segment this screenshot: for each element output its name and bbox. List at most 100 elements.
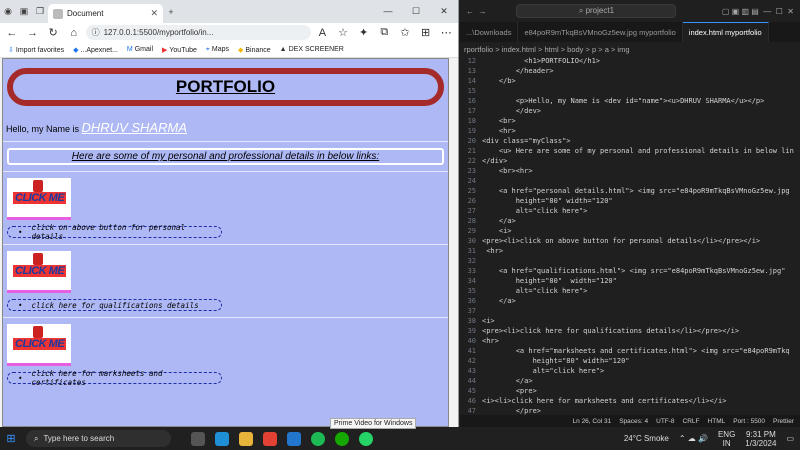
code-text: </a> xyxy=(482,297,516,305)
chrome-icon[interactable] xyxy=(263,431,277,446)
code-line[interactable]: 30 <pre><li>click on above button for per… xyxy=(462,236,800,246)
code-line[interactable]: 43 alt="click here"> xyxy=(462,366,800,376)
bookmark-gmail[interactable]: M Gmail xyxy=(127,46,153,53)
status-item[interactable]: CRLF xyxy=(683,418,700,425)
split-screen-icon[interactable]: ⧉ xyxy=(375,26,393,39)
code-line[interactable]: 26 height="80" width="120" xyxy=(462,196,800,206)
favorite-star-icon[interactable]: ☆ xyxy=(334,26,352,39)
home-icon[interactable]: ⌂ xyxy=(65,27,83,39)
bookmark-youtube[interactable]: ▶ YouTube xyxy=(162,46,197,54)
code-lines[interactable]: 12 <h1>PORTFOLIO</h1> 13 </header> 14 </b>… xyxy=(460,56,800,416)
bookmark-maps[interactable]: ⌖ Maps xyxy=(206,46,229,54)
tab-image[interactable]: e84poR9mTkqBsVMnoGz5ew.jpg myportfolio xyxy=(518,22,683,42)
status-item[interactable]: Ln 26, Col 31 xyxy=(573,418,612,425)
command-search[interactable]: ⌕ project1 xyxy=(516,4,677,18)
code-line[interactable]: 33 <a href="qualifications.html"> <img s… xyxy=(462,266,800,276)
status-item[interactable]: Port : 5500 xyxy=(733,418,765,425)
clock[interactable]: 9:31 PM 1/3/2024 xyxy=(745,430,776,448)
back-icon[interactable]: ← xyxy=(466,7,474,16)
forward-icon[interactable]: → xyxy=(478,7,486,16)
code-line[interactable]: 15 xyxy=(462,86,800,96)
close-tab-icon[interactable]: ✕ xyxy=(150,8,158,19)
notifications-icon[interactable]: ▭ xyxy=(786,434,794,443)
tray-icons[interactable]: ⌃ ☁ 🔊 xyxy=(679,434,708,443)
profile-icon[interactable]: ◉ xyxy=(0,4,16,20)
more-icon[interactable]: ⋯ xyxy=(437,26,455,39)
maximize-icon[interactable]: ☐ xyxy=(402,6,430,17)
status-item[interactable]: Prettier xyxy=(773,418,794,425)
code-line[interactable]: 13 </header> xyxy=(462,66,800,76)
code-line[interactable]: 45 <pre> xyxy=(462,386,800,396)
code-line[interactable]: 29 <i> xyxy=(462,226,800,236)
status-item[interactable]: UTF-8 xyxy=(656,418,674,425)
code-line[interactable]: 46 <i><li>click here for marksheets and c… xyxy=(462,396,800,406)
code-line[interactable]: 23 <br><hr> xyxy=(462,166,800,176)
explorer-icon[interactable] xyxy=(239,431,253,446)
code-line[interactable]: 24 xyxy=(462,176,800,186)
code-line[interactable]: 19 <hr> xyxy=(462,126,800,136)
status-item[interactable]: HTML xyxy=(708,418,726,425)
status-item[interactable]: Spaces: 4 xyxy=(619,418,648,425)
close-window-icon[interactable]: ✕ xyxy=(430,6,458,17)
info-icon[interactable]: ⓘ xyxy=(92,27,100,38)
upwork-icon[interactable] xyxy=(335,431,349,446)
code-line[interactable]: 31 <hr> xyxy=(462,246,800,256)
code-line[interactable]: 41 <a href="marksheets and certificates.… xyxy=(462,346,800,356)
language[interactable]: ENG IN xyxy=(718,430,735,448)
code-line[interactable]: 17 </dev> xyxy=(462,106,800,116)
edge-icon[interactable] xyxy=(215,431,229,446)
tab-document[interactable]: Document ✕ xyxy=(48,4,163,23)
code-line[interactable]: 32 xyxy=(462,256,800,266)
workspaces-icon[interactable]: ▣ xyxy=(16,4,32,20)
code-line[interactable]: 40 <hr> xyxy=(462,336,800,346)
code-line[interactable]: 42 height="80" width="120" xyxy=(462,356,800,366)
favorites-icon[interactable]: ✩ xyxy=(396,26,414,39)
code-text: </pre> xyxy=(482,407,542,415)
code-line[interactable]: 20 <div class="myClass"> xyxy=(462,136,800,146)
forward-icon[interactable]: → xyxy=(24,27,42,39)
code-line[interactable]: 22 </div> xyxy=(462,156,800,166)
address-input[interactable]: ⓘ 127.0.0.1:5500/myportfolio/in... xyxy=(85,25,311,40)
tab-index-html[interactable]: index.html myportfolio xyxy=(682,22,769,42)
weather-text[interactable]: 24°C Smoke xyxy=(624,434,669,443)
code-line[interactable]: 38 <i> xyxy=(462,316,800,326)
code-line[interactable]: 14 </b> xyxy=(462,76,800,86)
task-view-icon[interactable] xyxy=(191,431,205,446)
bookmark-apexnet[interactable]: ◆ ...Apexnet... xyxy=(73,46,118,54)
code-line[interactable]: 18 <br> xyxy=(462,116,800,126)
code-line[interactable]: 44 </a> xyxy=(462,376,800,386)
taskbar-search[interactable]: ⌕ Type here to search xyxy=(26,430,171,447)
tab-downloads[interactable]: ...\Downloads xyxy=(460,22,519,42)
new-tab-icon[interactable]: + xyxy=(163,4,179,20)
back-icon[interactable]: ← xyxy=(3,27,21,39)
code-line[interactable]: 27 alt="click here"> xyxy=(462,206,800,216)
read-aloud-icon[interactable]: A xyxy=(314,27,332,39)
bookmark-binance[interactable]: ◆ Binance xyxy=(238,46,271,54)
vscode-icon[interactable] xyxy=(287,431,301,446)
tab-actions-icon[interactable]: ❐ xyxy=(32,4,48,20)
layout-icons[interactable]: ▢ ▣ ▥ ▤ — ☐ ✕ xyxy=(722,7,800,16)
code-line[interactable]: 16 <p>Hello, my Name is <dev id="name"><… xyxy=(462,96,800,106)
click-me-image-link[interactable]: CLICK ME xyxy=(7,324,71,366)
extension-icon[interactable]: ✦ xyxy=(355,26,373,39)
code-line[interactable]: 28 </a> xyxy=(462,216,800,226)
code-line[interactable]: 35 alt="click here"> xyxy=(462,286,800,296)
collections-icon[interactable]: ⊞ xyxy=(417,26,435,39)
refresh-icon[interactable]: ↻ xyxy=(44,26,62,39)
breadcrumb[interactable]: rportfolio > index.html > html > body > … xyxy=(460,42,800,56)
code-line[interactable]: 37 xyxy=(462,306,800,316)
code-line[interactable]: 36 </a> xyxy=(462,296,800,306)
click-me-image-link[interactable]: CLICK ME xyxy=(7,251,71,293)
code-line[interactable]: 12 <h1>PORTFOLIO</h1> xyxy=(462,56,800,66)
code-line[interactable]: 25 <a href="personal details.html"> <img… xyxy=(462,186,800,196)
bookmark-import[interactable]: ⇩ Import favorites xyxy=(8,46,64,54)
code-line[interactable]: 39 <pre><li>click here for qualifications… xyxy=(462,326,800,336)
spotify-icon[interactable] xyxy=(311,431,325,446)
click-me-image-link[interactable]: CLICK ME xyxy=(7,178,71,220)
code-line[interactable]: 21 <u> Here are some of my personal and … xyxy=(462,146,800,156)
code-line[interactable]: 34 height="80" width="120" xyxy=(462,276,800,286)
whatsapp-icon[interactable] xyxy=(359,431,373,446)
windows-start-icon[interactable]: ⊞ xyxy=(0,432,22,445)
bookmark-dex[interactable]: ▲ DEX SCREENER xyxy=(280,46,344,53)
minimize-icon[interactable]: — xyxy=(374,6,402,17)
